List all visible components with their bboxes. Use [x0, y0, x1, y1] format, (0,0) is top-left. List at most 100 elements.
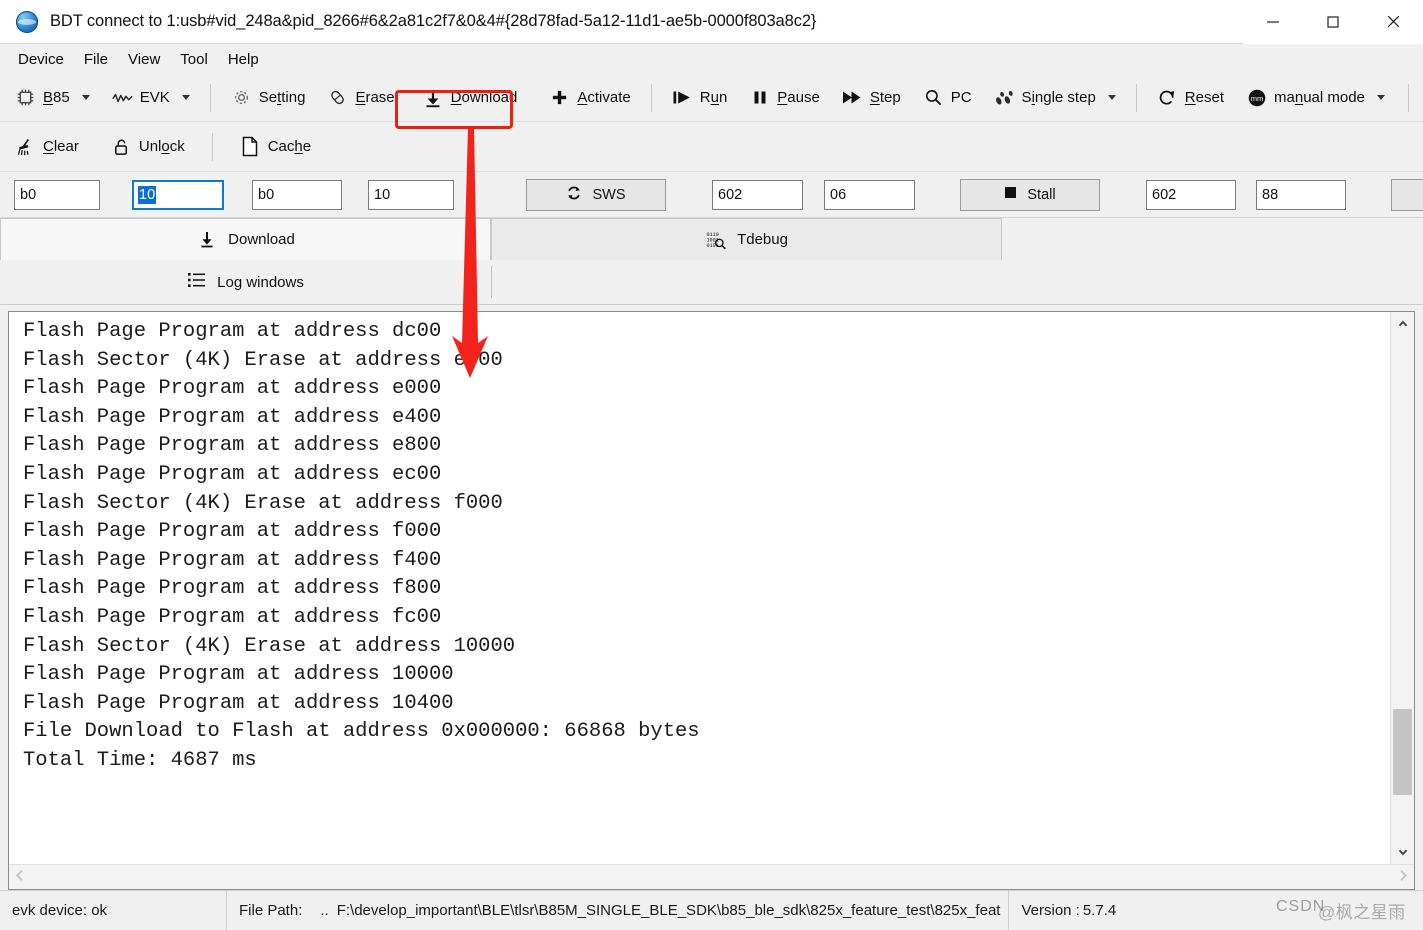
status-device: evk device: ok [12, 902, 108, 919]
sws-field-2[interactable] [824, 179, 915, 210]
start-button[interactable]: St [1391, 178, 1423, 211]
menu-tool[interactable]: Tool [170, 47, 218, 72]
app-icon [14, 9, 40, 35]
stop-square-icon [1004, 186, 1017, 203]
minimize-button[interactable] [1243, 0, 1303, 44]
log-vertical-scrollbar[interactable] [1390, 312, 1414, 864]
step-button[interactable]: Step [831, 80, 912, 116]
chevron-down-icon[interactable] [1107, 95, 1116, 100]
log-output[interactable]: Flash Page Program at address dc00 Flash… [9, 312, 1390, 864]
log-panel: Flash Page Program at address dc00 Flash… [8, 311, 1415, 890]
gear-icon [231, 87, 252, 108]
chevron-down-icon[interactable] [181, 95, 190, 100]
close-button[interactable] [1363, 0, 1423, 44]
manual-mode-button[interactable]: mm manual mode [1235, 80, 1396, 116]
address-field-row: 10 SWS Stall [0, 172, 1423, 218]
refresh-cw-icon [1157, 87, 1178, 108]
setting-label: Setting [258, 89, 306, 106]
reset-label: Reset [1184, 89, 1224, 106]
toolbar-divider [650, 83, 652, 112]
menu-file[interactable]: File [74, 47, 118, 72]
tab-log-windows[interactable]: Log windows [0, 260, 491, 304]
tab-row-primary: Download 0110 1001 0101 Tdebug [0, 218, 1423, 260]
tab-download[interactable]: Download [0, 218, 491, 260]
stall-field-1[interactable] [1146, 179, 1236, 210]
chevron-left-icon[interactable] [14, 869, 26, 886]
pause-button[interactable]: Pause [738, 80, 831, 116]
cache-label: Cache [267, 138, 312, 155]
download-button[interactable]: Download [412, 80, 529, 116]
erase-button[interactable]: Erase [316, 80, 405, 116]
status-file-path-prefix: .. [320, 902, 329, 919]
play-icon [672, 87, 693, 108]
status-version-label: Version : [1021, 902, 1080, 919]
toolbar-divider [211, 132, 213, 161]
run-label: Run [699, 89, 728, 106]
activate-button[interactable]: Activate [538, 80, 641, 116]
setting-button[interactable]: Setting [220, 80, 317, 116]
addr-field-3[interactable] [252, 179, 342, 210]
single-step-label: Single step [1021, 89, 1096, 106]
chevron-down-icon[interactable] [1376, 95, 1385, 100]
menu-device[interactable]: Device [8, 47, 74, 72]
toolbar-divider [1135, 83, 1137, 112]
tab-row-filler [1002, 218, 1423, 260]
stall-button[interactable]: Stall [960, 178, 1100, 211]
step-forward-icon [842, 87, 863, 108]
binary-magnifier-icon: 0110 1001 0101 [705, 229, 727, 251]
status-bar: evk device: ok File Path: .. F:\develop_… [0, 890, 1423, 930]
waveform-icon [111, 87, 133, 108]
sws-button[interactable]: SWS [526, 178, 666, 211]
activate-label: Activate [577, 89, 631, 106]
unlock-label: Unlock [138, 138, 185, 155]
title-bar: BDT connect to 1:usb#vid_248a&pid_8266#6… [0, 0, 1423, 44]
chip-icon [15, 87, 36, 108]
sws-label: SWS [592, 186, 626, 203]
clear-button[interactable]: Clear [6, 129, 90, 165]
chevron-down-icon[interactable] [1391, 840, 1415, 864]
mm-circle-icon: mm [1246, 87, 1267, 108]
tab-tdebug[interactable]: 0110 1001 0101 Tdebug [491, 218, 1002, 260]
menu-view[interactable]: View [118, 47, 170, 72]
tab-tdebug-label: Tdebug [737, 231, 788, 248]
addr-field-2[interactable] [132, 179, 224, 210]
manual-mode-label: manual mode [1274, 89, 1365, 106]
menu-help[interactable]: Help [218, 47, 269, 72]
chevron-up-icon[interactable] [1391, 312, 1415, 336]
cache-button[interactable]: Cache [229, 129, 322, 165]
maximize-button[interactable] [1303, 0, 1363, 44]
tab-log-windows-label: Log windows [217, 273, 304, 291]
window-title: BDT connect to 1:usb#vid_248a&pid_8266#6… [50, 12, 817, 30]
chevron-right-icon[interactable] [1397, 869, 1409, 886]
vscroll-track[interactable] [1391, 336, 1414, 840]
sws-field-1[interactable] [712, 179, 803, 210]
stall-field-2[interactable] [1256, 179, 1346, 210]
reset-button[interactable]: Reset [1146, 80, 1235, 116]
stall-label: Stall [1027, 186, 1056, 203]
toolbar-chip-select[interactable]: BB8585 [6, 80, 101, 116]
run-button[interactable]: Run [661, 80, 739, 116]
toolbar-divider [1407, 83, 1409, 112]
vscroll-thumb[interactable] [1393, 708, 1412, 795]
main-toolbar: BB8585 EVK Setting Erase [0, 74, 1423, 122]
log-horizontal-scrollbar[interactable] [9, 864, 1414, 889]
addr-field-1[interactable] [14, 179, 100, 210]
eraser-icon [327, 87, 348, 108]
tab-row-secondary: Log windows [0, 260, 1423, 304]
broom-icon [15, 136, 36, 157]
bdt-application-window: BDT connect to 1:usb#vid_248a&pid_8266#6… [0, 0, 1423, 930]
plus-icon [549, 87, 570, 108]
toolbar-evk-label: EVK [139, 89, 170, 106]
window-controls [1243, 0, 1423, 44]
download-arrow-icon [196, 229, 218, 251]
addr-field-4[interactable] [368, 179, 454, 210]
unlock-button[interactable]: Unlock [100, 129, 196, 165]
pc-button[interactable]: PC [912, 80, 983, 116]
tab-download-label: Download [228, 231, 295, 248]
refresh-icon [566, 185, 582, 205]
toolbar-evk-select[interactable]: EVK [101, 80, 201, 116]
single-step-button[interactable]: Single step [983, 80, 1127, 116]
pause-icon [749, 87, 770, 108]
chevron-down-icon[interactable] [81, 95, 90, 100]
download-arrow-icon [423, 87, 444, 108]
